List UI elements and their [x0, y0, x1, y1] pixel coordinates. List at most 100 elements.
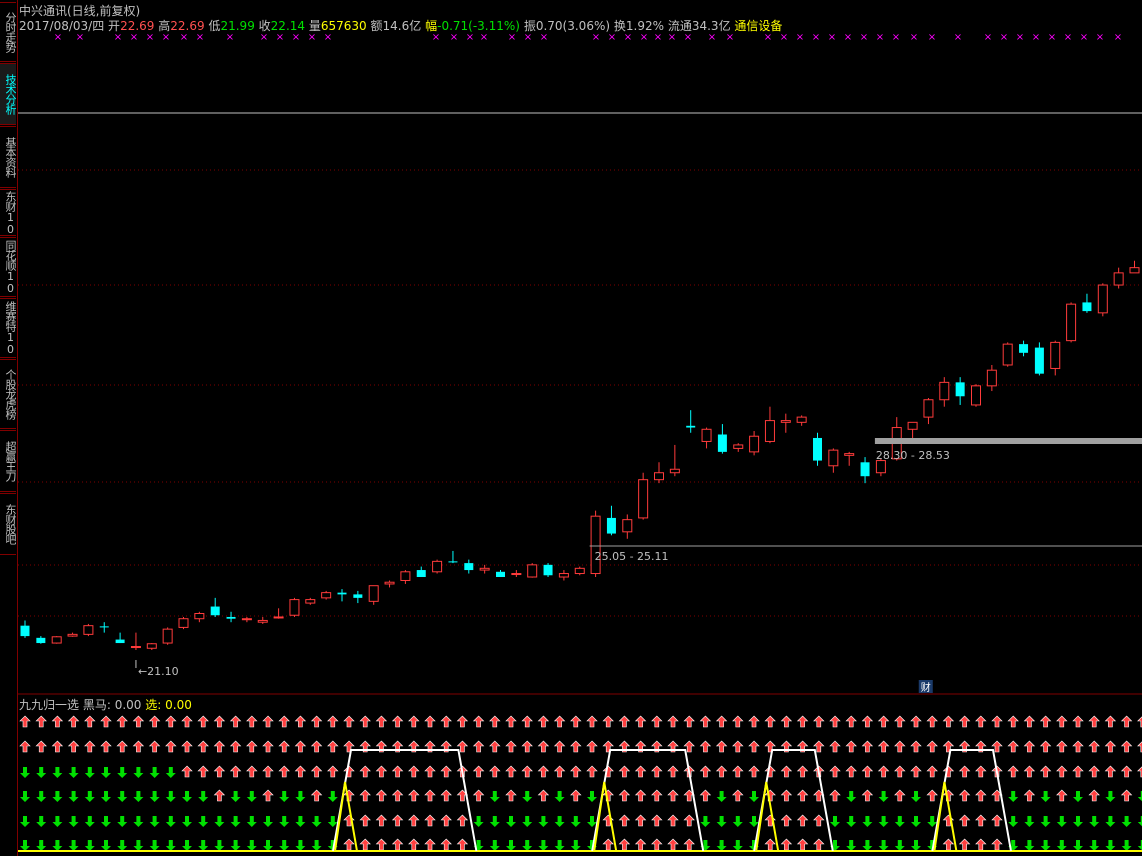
down-arrow: [1073, 816, 1083, 827]
down-arrow: [538, 840, 549, 851]
up-arrow: [537, 789, 550, 802]
up-arrow: [391, 789, 404, 802]
up-arrow: [732, 715, 744, 728]
sidebar-tab-4[interactable]: 同花顺10: [0, 237, 16, 297]
candle-body: [416, 570, 426, 578]
candle-body: [194, 613, 205, 620]
down-arrow: [182, 840, 192, 851]
candle-body: [289, 599, 300, 616]
up-arrow: [667, 715, 679, 728]
down-arrow: [52, 767, 63, 778]
up-arrow: [521, 740, 533, 753]
up-arrow: [440, 715, 452, 728]
signal-marker: ×: [708, 32, 716, 43]
down-arrow: [538, 816, 549, 827]
down-arrow: [716, 840, 727, 851]
up-arrow: [926, 740, 938, 753]
candle-body: [717, 434, 727, 452]
sidebar-tab-7[interactable]: 超赢王刀: [0, 430, 16, 492]
candle-body: [1050, 341, 1061, 369]
sidebar-tab-3[interactable]: 东财10: [0, 189, 16, 236]
signal-marker: ×: [292, 32, 300, 43]
signal-marker: ×: [668, 32, 676, 43]
up-arrow: [165, 740, 177, 753]
candle-body: [543, 564, 553, 576]
down-arrow: [862, 840, 873, 851]
up-arrow: [942, 715, 955, 728]
up-arrow: [19, 740, 31, 753]
up-arrow: [1007, 740, 1019, 753]
sidebar-tab-0[interactable]: 分时走势: [0, 2, 16, 62]
sidebar-tab-2[interactable]: 基本资料: [0, 126, 16, 188]
signal-marker: ×: [812, 32, 820, 43]
candle-body: [384, 581, 395, 585]
signal-marker: ×: [984, 32, 992, 43]
down-arrow: [522, 816, 533, 827]
up-arrow: [197, 765, 209, 778]
sidebar-tab-6[interactable]: 个股龙虎榜: [0, 359, 16, 429]
up-arrow: [877, 715, 890, 728]
up-arrow: [424, 715, 436, 728]
signal-marker: ×: [1032, 32, 1040, 43]
down-arrow: [214, 840, 225, 851]
up-arrow: [1023, 765, 1036, 778]
select-value: 0.00: [165, 698, 192, 712]
candle-body: [971, 385, 981, 406]
up-arrow: [1104, 740, 1117, 753]
sidebar-tab-1[interactable]: 技术分析: [0, 63, 16, 125]
down-arrow: [149, 767, 160, 778]
up-arrow: [586, 715, 598, 728]
down-arrow: [489, 840, 500, 851]
down-arrow: [1105, 791, 1116, 802]
signal-marker: ×: [1114, 32, 1122, 43]
up-arrow: [651, 838, 663, 851]
up-arrow: [181, 765, 193, 778]
signal-marker: ×: [828, 32, 836, 43]
candle-body: [638, 479, 649, 519]
indicator-name[interactable]: 九九归一选: [19, 698, 79, 712]
up-arrow: [553, 740, 566, 753]
up-arrow: [877, 765, 890, 778]
signal-marker: ×: [196, 32, 204, 43]
up-arrow: [861, 740, 874, 753]
up-arrow: [780, 715, 793, 728]
up-arrow: [408, 838, 420, 851]
down-arrow: [846, 791, 857, 802]
up-arrow: [683, 838, 695, 851]
down-arrow: [52, 840, 63, 851]
up-arrow: [472, 789, 485, 802]
sidebar-tab-5[interactable]: 维赛特10: [0, 298, 16, 358]
up-arrow: [715, 740, 728, 753]
kline-chart[interactable]: × × × × × × × × × × × × × × × × × × × × × × × × × × × × × × × × × × × × × × × ×…: [18, 0, 1142, 856]
signal-marker: ×: [1048, 32, 1056, 43]
up-arrow: [278, 765, 290, 778]
down-arrow: [749, 816, 759, 827]
up-arrow: [683, 814, 695, 827]
down-arrow: [68, 816, 79, 827]
down-arrow: [117, 816, 128, 827]
finance-badge: 财: [921, 681, 931, 694]
signal-marker: ×: [1096, 32, 1104, 43]
sidebar-tab-8[interactable]: 东财股吧: [0, 493, 16, 555]
up-arrow: [197, 715, 209, 728]
signal-marker: ×: [146, 32, 154, 43]
down-arrow: [716, 816, 727, 827]
down-arrow: [263, 816, 273, 827]
up-arrow: [1039, 715, 1052, 728]
up-arrow: [19, 715, 31, 728]
candle-body: [1113, 272, 1124, 286]
down-arrow: [570, 840, 581, 851]
up-arrow: [132, 715, 145, 728]
up-arrow: [618, 838, 631, 851]
candle-body: [701, 428, 712, 442]
up-arrow: [262, 789, 274, 802]
candle-body: [321, 592, 332, 599]
signal-marker: ×: [954, 32, 962, 43]
up-arrow: [634, 814, 647, 827]
candle-body: [51, 636, 62, 644]
down-arrow: [732, 840, 743, 851]
up-arrow: [67, 715, 80, 728]
up-arrow: [505, 715, 517, 728]
up-arrow: [359, 814, 371, 827]
up-arrow: [132, 740, 145, 753]
